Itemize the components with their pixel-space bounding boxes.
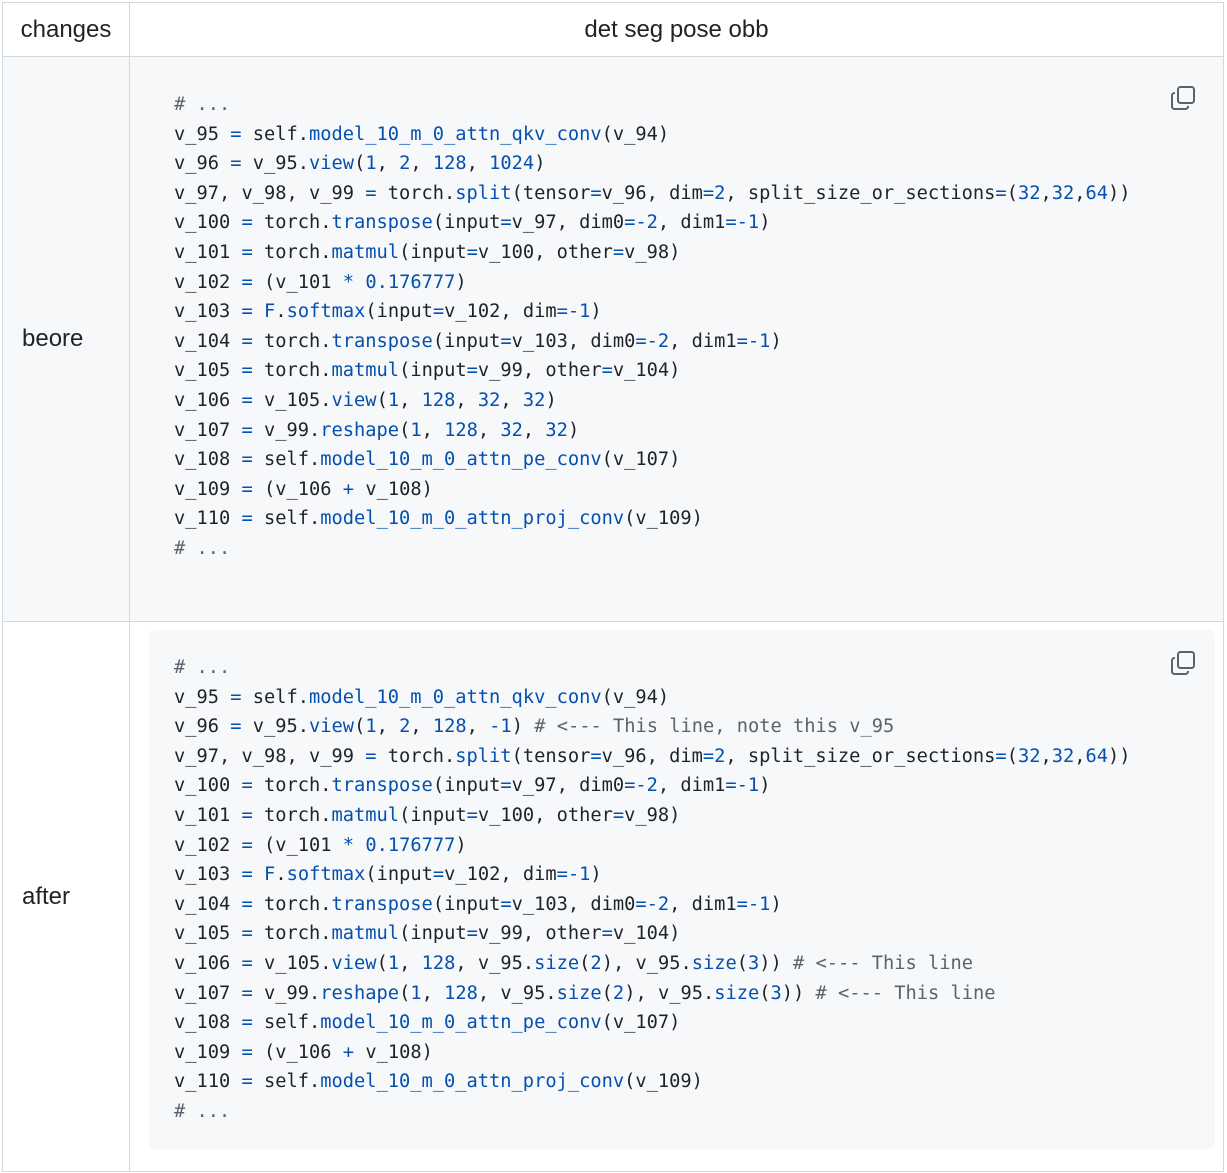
code-line: v_110 = self.model_10_m_0_attn_proj_conv… — [174, 1071, 703, 1093]
comparison-table: changes det seg pose obb beore # ... v_95… — [2, 2, 1224, 1172]
table-header-row: changes det seg pose obb — [2, 2, 1224, 57]
table-row-after: after # ... v_95 = self.model_10_m_0_attn… — [2, 621, 1224, 1172]
row-label-before: beore — [2, 56, 130, 622]
code-line: v_100 = torch.transpose(input=v_97, dim0… — [174, 212, 771, 234]
code-line: v_103 = F.softmax(input=v_102, dim=-1) — [174, 864, 602, 886]
code-block-after[interactable]: # ... v_95 = self.model_10_m_0_attn_qkv_c… — [149, 630, 1215, 1149]
code-line: v_100 = torch.transpose(input=v_97, dim0… — [174, 775, 771, 797]
code-line: v_97, v_98, v_99 = torch.split(tensor=v_… — [174, 745, 1131, 767]
code-line: v_108 = self.model_10_m_0_attn_pe_conv(v… — [174, 449, 681, 471]
code-line: v_101 = torch.matmul(input=v_100, other=… — [174, 804, 681, 826]
code-line: v_102 = (v_101 * 0.176777) — [174, 271, 467, 293]
code-cell-before: # ... v_95 = self.model_10_m_0_attn_qkv_c… — [129, 56, 1224, 622]
code-line: v_96 = v_95.view(1, 2, 128, -1) # <--- T… — [174, 716, 895, 738]
code-line: v_102 = (v_101 * 0.176777) — [174, 834, 467, 856]
code-line: v_107 = v_99.reshape(1, 128, v_95.size(2… — [174, 982, 996, 1004]
code-line: v_95 = self.model_10_m_0_attn_qkv_conv(v… — [174, 123, 670, 145]
header-changes: changes — [2, 2, 130, 57]
code-after[interactable]: # ... v_95 = self.model_10_m_0_attn_qkv_c… — [174, 653, 1131, 1127]
copy-icon — [1171, 86, 1195, 110]
code-line: v_110 = self.model_10_m_0_attn_proj_conv… — [174, 508, 703, 530]
code-line: # ... — [174, 657, 231, 678]
code-line: v_101 = torch.matmul(input=v_100, other=… — [174, 241, 681, 263]
code-line: v_104 = torch.transpose(input=v_103, dim… — [174, 330, 782, 352]
copy-button-after[interactable] — [1169, 649, 1197, 677]
code-before[interactable]: # ... v_95 = self.model_10_m_0_attn_qkv_c… — [174, 90, 1131, 564]
code-cell-after: # ... v_95 = self.model_10_m_0_attn_qkv_c… — [129, 621, 1224, 1172]
code-line: v_106 = v_105.view(1, 128, v_95.size(2),… — [174, 952, 974, 974]
code-line: v_104 = torch.transpose(input=v_103, dim… — [174, 893, 782, 915]
table-row-before: beore # ... v_95 = self.model_10_m_0_attn… — [2, 56, 1224, 622]
code-line: v_105 = torch.matmul(input=v_99, other=v… — [174, 923, 681, 945]
code-line: v_97, v_98, v_99 = torch.split(tensor=v_… — [174, 182, 1131, 204]
code-line: # ... — [174, 1100, 231, 1122]
code-line: v_107 = v_99.reshape(1, 128, 32, 32) — [174, 419, 580, 441]
row-label-after: after — [2, 621, 130, 1172]
header-det-seg-pose-obb: det seg pose obb — [129, 2, 1224, 57]
code-block-before[interactable]: # ... v_95 = self.model_10_m_0_attn_qkv_c… — [149, 57, 1215, 621]
code-line: v_109 = (v_106 + v_108) — [174, 478, 433, 500]
code-line: # ... — [174, 94, 231, 115]
code-line: v_96 = v_95.view(1, 2, 128, 1024) — [174, 153, 546, 175]
code-line: v_106 = v_105.view(1, 128, 32, 32) — [174, 389, 557, 411]
code-line: v_103 = F.softmax(input=v_102, dim=-1) — [174, 301, 602, 323]
code-line: v_95 = self.model_10_m_0_attn_qkv_conv(v… — [174, 686, 670, 708]
code-line: v_105 = torch.matmul(input=v_99, other=v… — [174, 360, 681, 382]
code-line: v_109 = (v_106 + v_108) — [174, 1041, 433, 1063]
code-line: # ... — [174, 537, 231, 559]
code-line: v_108 = self.model_10_m_0_attn_pe_conv(v… — [174, 1012, 681, 1034]
copy-icon — [1171, 651, 1195, 675]
copy-button-before[interactable] — [1169, 84, 1197, 112]
